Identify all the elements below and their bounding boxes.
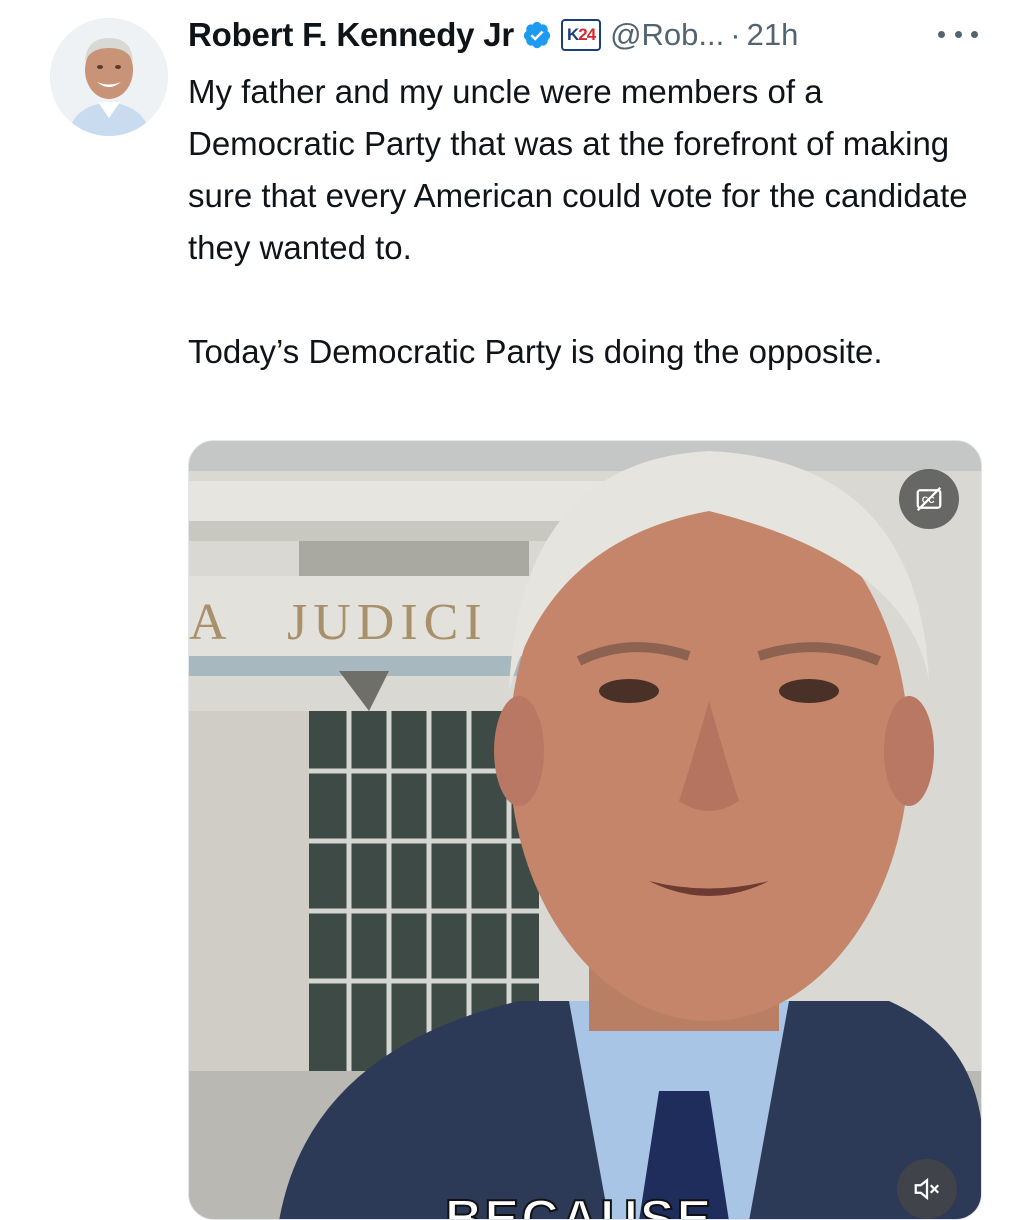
affiliate-badge-number: 24 [578, 25, 596, 44]
video-player[interactable]: JUDICI A BECAUSE [188, 440, 982, 1220]
author-handle[interactable]: @Rob... [610, 17, 724, 53]
video-caption: BECAUSE [444, 1189, 714, 1220]
tweet-paragraph: My father and my uncle were members of a… [188, 73, 968, 266]
ellipsis-icon[interactable] [938, 24, 978, 44]
video-frame: JUDICI A [189, 441, 981, 1219]
tweet-paragraph: Today’s Democratic Party is doing the op… [188, 333, 883, 370]
tweet[interactable]: Robert F. Kennedy Jr K24 @Rob... · 21h M… [0, 0, 1032, 1220]
building-sign-partial: A [189, 594, 227, 651]
closed-captions-icon[interactable]: CC [899, 469, 959, 529]
affiliate-badge-letter: K [566, 25, 579, 44]
tweet-header: Robert F. Kennedy Jr K24 @Rob... · 21h [188, 10, 1032, 60]
avatar[interactable] [50, 18, 168, 136]
affiliate-badge[interactable]: K24 [561, 19, 602, 51]
muted-speaker-icon[interactable] [897, 1159, 957, 1219]
separator-dot: · [730, 17, 741, 52]
avatar-image [50, 18, 168, 136]
timestamp[interactable]: 21h [747, 17, 799, 53]
tweet-text: My father and my uncle were members of a… [188, 66, 988, 378]
building-sign: JUDICI [287, 594, 488, 651]
verified-badge-icon [522, 20, 552, 50]
author-name[interactable]: Robert F. Kennedy Jr [188, 16, 514, 54]
